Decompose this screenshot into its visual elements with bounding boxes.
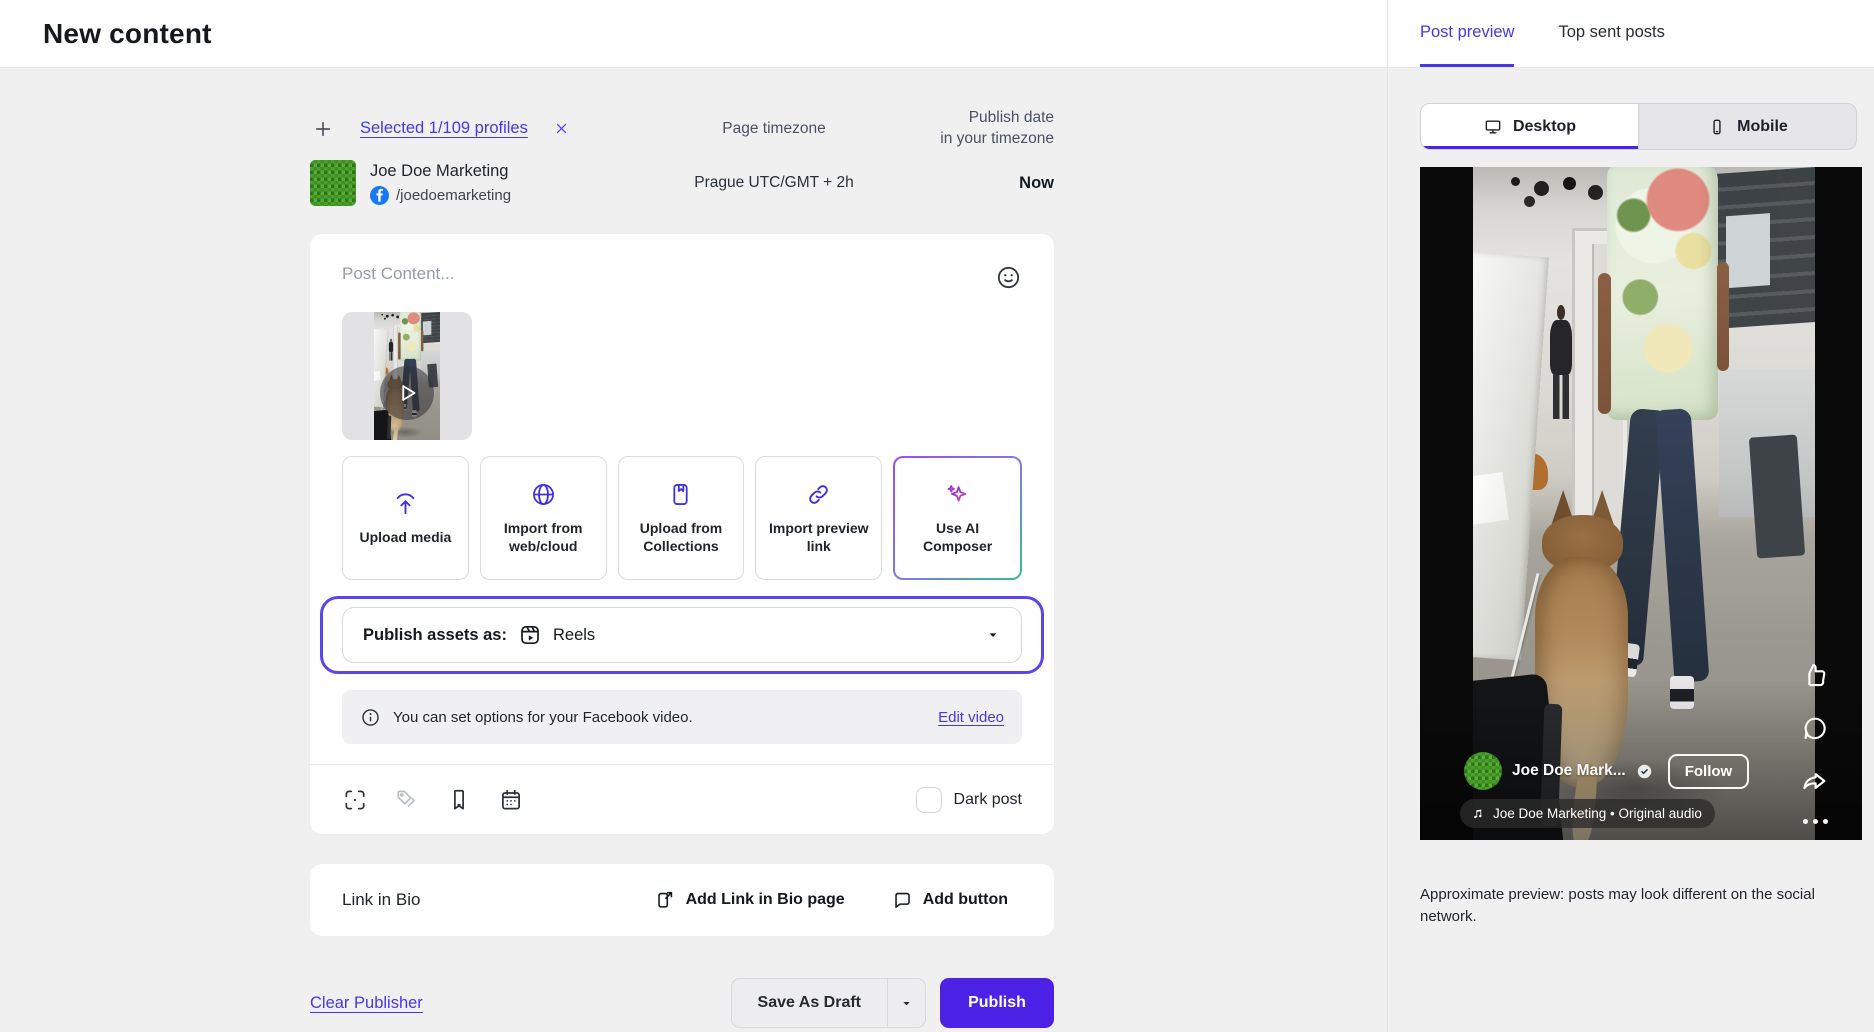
page-header: New content <box>0 0 1387 68</box>
add-profile-button[interactable] <box>310 116 336 142</box>
close-icon <box>554 121 569 136</box>
preview-tabs: Post preview Top sent posts <box>1388 0 1874 68</box>
comment-icon <box>1800 713 1830 743</box>
device-tab-desktop[interactable]: Desktop <box>1421 104 1639 149</box>
phone-arrow-icon <box>654 889 676 911</box>
preview-disclaimer: Approximate preview: posts may look diff… <box>1420 884 1844 928</box>
music-note-icon <box>1471 807 1485 821</box>
publish-date-label: Publish date in your timezone <box>904 108 1054 150</box>
composer-footer: Clear Publisher Save As Draft Publish <box>310 978 1054 1028</box>
preview-panel: Post preview Top sent posts Desktop Mobi… <box>1387 0 1874 1032</box>
chevron-down-icon <box>899 996 914 1011</box>
import-web-cloud-button[interactable]: Import from web/cloud <box>480 456 607 580</box>
upload-options: Upload media Import from web/cloud Uploa… <box>342 456 1022 580</box>
publish-assets-highlight: Publish assets as: Reels <box>320 596 1044 674</box>
tags-button[interactable] <box>394 787 420 813</box>
reel-avatar <box>1464 752 1502 790</box>
timezone-value: Prague UTC/GMT + 2h <box>644 174 904 192</box>
collections-icon <box>667 481 694 508</box>
publish-assets-value: Reels <box>553 626 595 645</box>
profile-handle: /joedoemarketing <box>396 187 511 204</box>
profile-row: Joe Doe Marketing /joedoemarketing Pragu… <box>310 154 1054 212</box>
calendar-button[interactable] <box>498 787 524 813</box>
add-link-in-bio-page-button[interactable]: Add Link in Bio page <box>654 889 845 911</box>
calendar-icon <box>498 787 524 813</box>
smiley-icon <box>995 264 1022 291</box>
edit-video-link[interactable]: Edit video <box>938 709 1004 726</box>
emoji-picker-button[interactable] <box>995 264 1022 291</box>
use-ai-composer-button[interactable]: Use AI Composer <box>893 456 1022 580</box>
add-button-button[interactable]: Add button <box>891 889 1008 911</box>
label-icon <box>446 787 472 813</box>
profile-avatar <box>310 160 356 206</box>
page-title: New content <box>43 18 212 50</box>
publish-button[interactable]: Publish <box>940 978 1054 1028</box>
page-timezone-label: Page timezone <box>644 120 904 138</box>
facebook-icon <box>370 186 389 205</box>
crop-button[interactable] <box>342 787 368 813</box>
globe-icon <box>530 481 557 508</box>
mobile-icon <box>1707 117 1727 137</box>
save-draft-split-button: Save As Draft <box>731 978 926 1028</box>
share-icon <box>1800 766 1830 796</box>
video-options-text: You can set options for your Facebook vi… <box>393 709 693 726</box>
chevron-down-icon <box>985 627 1001 643</box>
post-preview-video: Joe Doe Mark... Follow Joe Doe Marketing… <box>1420 167 1862 840</box>
reel-account-name: Joe Doe Mark... <box>1512 762 1626 780</box>
video-thumbnail[interactable] <box>342 312 472 440</box>
publisher-app: New content Selected 1/109 profiles Page… <box>0 0 1874 1032</box>
clear-publisher-link[interactable]: Clear Publisher <box>310 994 423 1013</box>
tab-top-sent-posts[interactable]: Top sent posts <box>1558 0 1664 67</box>
publish-date-value: Now <box>904 172 1054 194</box>
link-in-bio-title: Link in Bio <box>342 890 420 910</box>
sparkles-icon <box>944 481 971 508</box>
device-toggle: Desktop Mobile <box>1420 103 1857 150</box>
reels-icon <box>518 623 542 647</box>
reel-audio-pill: Joe Doe Marketing • Original audio <box>1460 799 1715 828</box>
more-options-icon <box>1803 819 1828 824</box>
label-button[interactable] <box>446 787 472 813</box>
post-content-input[interactable]: Post Content... <box>342 264 454 284</box>
save-as-draft-button[interactable]: Save As Draft <box>732 979 887 1027</box>
info-icon <box>360 707 381 728</box>
monitor-icon <box>1483 117 1503 137</box>
profile-selector-row: Selected 1/109 profiles Page timezone Pu… <box>310 108 1054 148</box>
post-card: Post Content... <box>310 234 1054 834</box>
tags-icon <box>394 787 420 813</box>
link-in-bio-card: Link in Bio Add Link in Bio page Add but… <box>310 864 1054 936</box>
selected-profiles-link[interactable]: Selected 1/109 profiles <box>360 119 528 138</box>
dark-post-label: Dark post <box>954 791 1022 809</box>
save-draft-options-button[interactable] <box>887 979 925 1027</box>
composer-body: Selected 1/109 profiles Page timezone Pu… <box>0 68 1387 1032</box>
import-preview-link-button[interactable]: Import preview link <box>755 456 882 580</box>
reel-audio-label: Joe Doe Marketing • Original audio <box>1493 806 1702 821</box>
like-icon <box>1800 660 1830 690</box>
crop-icon <box>342 787 368 813</box>
reel-account-row: Joe Doe Mark... Follow <box>1464 752 1749 790</box>
publish-assets-dropdown[interactable]: Publish assets as: Reels <box>342 607 1022 663</box>
upload-media-button[interactable]: Upload media <box>342 456 469 580</box>
verified-badge-icon <box>1636 763 1653 780</box>
play-icon <box>380 366 434 420</box>
profile-name: Joe Doe Marketing <box>370 162 511 181</box>
reel-action-icons <box>1800 660 1830 824</box>
upload-collections-button[interactable]: Upload from Collections <box>618 456 745 580</box>
tab-post-preview[interactable]: Post preview <box>1420 0 1514 67</box>
composer-panel: New content Selected 1/109 profiles Page… <box>0 0 1387 1032</box>
upload-icon <box>392 490 419 517</box>
dark-post-checkbox[interactable] <box>916 787 942 813</box>
post-toolbar: Dark post <box>310 764 1054 834</box>
follow-button: Follow <box>1668 754 1750 789</box>
video-options-infobar: You can set options for your Facebook vi… <box>342 690 1022 744</box>
plus-icon <box>312 118 334 140</box>
link-icon <box>805 481 832 508</box>
device-tab-mobile[interactable]: Mobile <box>1639 104 1856 149</box>
clear-selection-button[interactable] <box>552 119 571 138</box>
button-bubble-icon <box>891 889 913 911</box>
